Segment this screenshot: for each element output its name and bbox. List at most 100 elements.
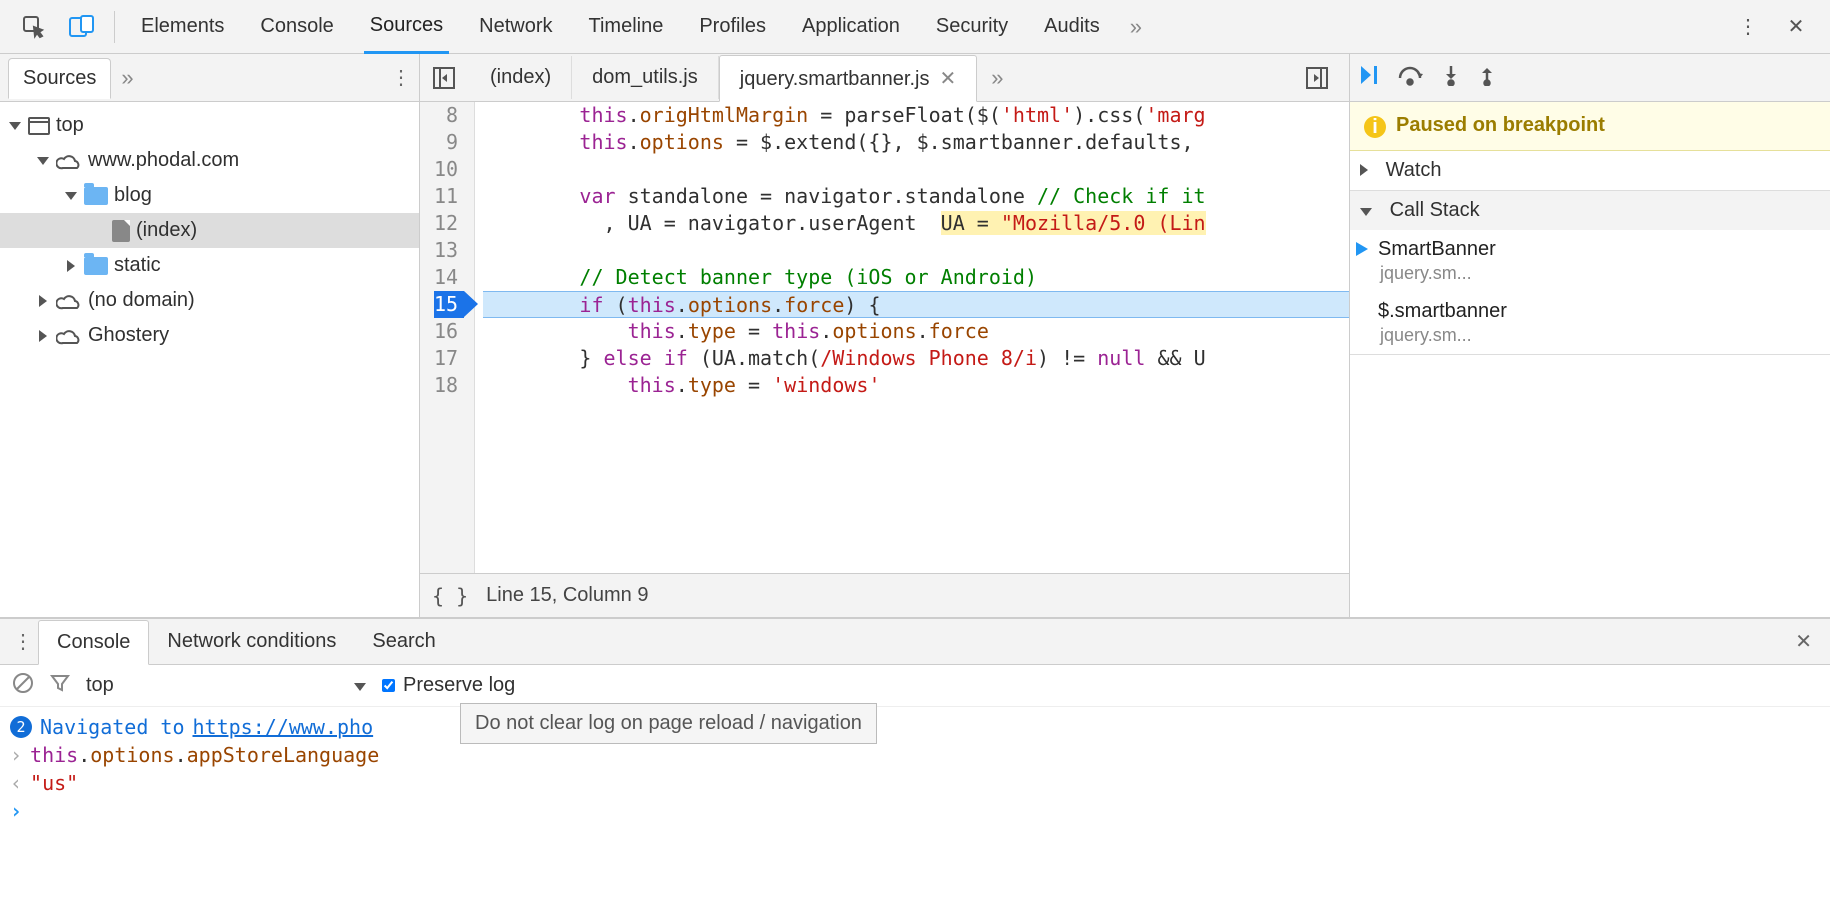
tab-elements[interactable]: Elements (135, 1, 230, 52)
file-tab-dom-utils[interactable]: dom_utils.js (572, 56, 719, 99)
close-devtools-icon[interactable]: ✕ (1776, 7, 1816, 47)
code-line[interactable]: this.options = $.extend({}, $.smartbanne… (483, 129, 1349, 156)
expand-icon[interactable] (1360, 159, 1368, 182)
console-drawer: ⋮ Console Network conditions Search ✕ to… (0, 618, 1830, 908)
step-out-icon[interactable] (1478, 64, 1496, 92)
folder-icon (84, 187, 108, 205)
device-toolbar-icon[interactable] (62, 7, 102, 47)
tree-item[interactable]: static (0, 248, 419, 283)
tab-profiles[interactable]: Profiles (693, 1, 772, 52)
console-output[interactable]: Do not clear log on page reload / naviga… (0, 707, 1830, 908)
clear-console-icon[interactable] (12, 672, 34, 700)
code-line[interactable]: var standalone = navigator.standalone //… (483, 183, 1349, 210)
callstack-frame[interactable]: SmartBannerjquery.sm... (1350, 230, 1830, 292)
dropdown-icon (354, 674, 366, 697)
expand-icon[interactable] (36, 294, 50, 308)
tree-item[interactable]: (index) (0, 213, 419, 248)
collapse-icon[interactable] (64, 189, 78, 203)
code-line[interactable] (483, 156, 1349, 183)
filter-icon[interactable] (50, 673, 70, 699)
code-line[interactable] (483, 237, 1349, 264)
cursor-position: Line 15, Column 9 (486, 584, 648, 607)
code-line[interactable]: } else if (UA.match(/Windows Phone 8/i) … (483, 345, 1349, 372)
tab-audits[interactable]: Audits (1038, 1, 1106, 52)
console-output-value: ‹ "us" (10, 769, 1820, 797)
expand-icon[interactable] (36, 329, 50, 343)
file-tab-jquery-smartbanner[interactable]: jquery.smartbanner.js✕ (719, 55, 977, 102)
callstack-label: Call Stack (1390, 199, 1480, 222)
editor-status-bar: { } Line 15, Column 9 (420, 573, 1349, 617)
preserve-log-input[interactable] (382, 679, 395, 692)
more-tabs-icon[interactable]: » (1130, 14, 1142, 40)
code-line[interactable]: // Detect banner type (iOS or Android) (483, 264, 1349, 291)
code-line[interactable]: this.origHtmlMargin = parseFloat($('html… (483, 102, 1349, 129)
expand-icon[interactable] (64, 259, 78, 273)
nav-url[interactable]: https://www.pho (193, 715, 374, 739)
toggle-navigator-icon[interactable] (426, 60, 462, 96)
code-content[interactable]: this.origHtmlMargin = parseFloat($('html… (475, 102, 1349, 573)
code-line[interactable]: , UA = navigator.userAgent UA = "Mozilla… (483, 210, 1349, 237)
tab-application[interactable]: Application (796, 1, 906, 52)
pretty-print-icon[interactable]: { } (432, 584, 468, 608)
line-number[interactable]: 10 (434, 156, 464, 183)
inspect-element-icon[interactable] (14, 7, 54, 47)
navigator-panel: Sources » ⋮ topwww.phodal.comblog(index)… (0, 54, 420, 617)
drawer-menu-icon[interactable]: ⋮ (8, 629, 38, 654)
collapse-icon[interactable] (36, 154, 50, 168)
tree-item[interactable]: www.phodal.com (0, 143, 419, 178)
toggle-debugger-icon[interactable] (1299, 60, 1335, 96)
drawer-tab-network-conditions[interactable]: Network conditions (149, 620, 354, 663)
navigator-tab-sources[interactable]: Sources (8, 58, 111, 99)
step-over-icon[interactable] (1398, 64, 1424, 92)
tab-network[interactable]: Network (473, 1, 558, 52)
watch-section[interactable]: Watch (1350, 151, 1830, 191)
settings-menu-icon[interactable]: ⋮ (1728, 7, 1768, 47)
close-tab-icon[interactable]: ✕ (939, 68, 956, 90)
close-drawer-icon[interactable]: ✕ (1785, 629, 1822, 654)
collapse-icon[interactable] (8, 119, 22, 133)
line-number[interactable]: 12 (434, 210, 464, 237)
line-number[interactable]: 8 (434, 102, 464, 129)
file-tree[interactable]: topwww.phodal.comblog(index)static(no do… (0, 102, 419, 617)
tree-item[interactable]: top (0, 108, 419, 143)
drawer-tabs: ⋮ Console Network conditions Search ✕ (0, 619, 1830, 665)
preserve-log-checkbox[interactable]: Preserve log (382, 674, 515, 697)
tab-sources[interactable]: Sources (364, 0, 449, 54)
code-line[interactable]: this.type = this.options.force (483, 318, 1349, 345)
navigator-menu-icon[interactable]: ⋮ (391, 65, 411, 90)
console-prompt[interactable]: › (10, 797, 1820, 825)
drawer-tab-console[interactable]: Console (38, 620, 149, 665)
drawer-tab-search[interactable]: Search (354, 620, 453, 663)
line-number[interactable]: 9 (434, 129, 464, 156)
collapse-icon[interactable] (1360, 199, 1372, 222)
tree-item[interactable]: blog (0, 178, 419, 213)
cloud-icon (56, 327, 82, 345)
tab-console[interactable]: Console (254, 1, 339, 52)
line-number[interactable]: 14 (434, 264, 464, 291)
frame-function: SmartBanner (1378, 238, 1818, 261)
more-file-tabs-icon[interactable]: » (991, 65, 1003, 91)
cloud-icon (56, 152, 82, 170)
tab-timeline[interactable]: Timeline (583, 1, 670, 52)
console-input-echo: › this.options.appStoreLanguage (10, 741, 1820, 769)
code-editor[interactable]: 89101112131415161718 this.origHtmlMargin… (420, 102, 1349, 573)
file-tab-index[interactable]: (index) (470, 56, 572, 99)
line-number[interactable]: 18 (434, 372, 464, 399)
line-number[interactable]: 15 (434, 291, 464, 318)
line-gutter[interactable]: 89101112131415161718 (420, 102, 475, 573)
line-number[interactable]: 11 (434, 183, 464, 210)
line-number[interactable]: 17 (434, 345, 464, 372)
tab-security[interactable]: Security (930, 1, 1014, 52)
tree-item[interactable]: (no domain) (0, 283, 419, 318)
execution-context-select[interactable]: top (86, 674, 366, 697)
step-into-icon[interactable] (1442, 64, 1460, 92)
frame-function: $.smartbanner (1378, 300, 1818, 323)
line-number[interactable]: 13 (434, 237, 464, 264)
resume-icon[interactable] (1358, 64, 1380, 92)
code-line[interactable]: if (this.options.force) { (483, 291, 1349, 318)
line-number[interactable]: 16 (434, 318, 464, 345)
tree-item[interactable]: Ghostery (0, 318, 419, 353)
code-line[interactable]: this.type = 'windows' (483, 372, 1349, 399)
callstack-frame[interactable]: $.smartbannerjquery.sm... (1350, 292, 1830, 354)
navigator-more-icon[interactable]: » (121, 65, 133, 91)
